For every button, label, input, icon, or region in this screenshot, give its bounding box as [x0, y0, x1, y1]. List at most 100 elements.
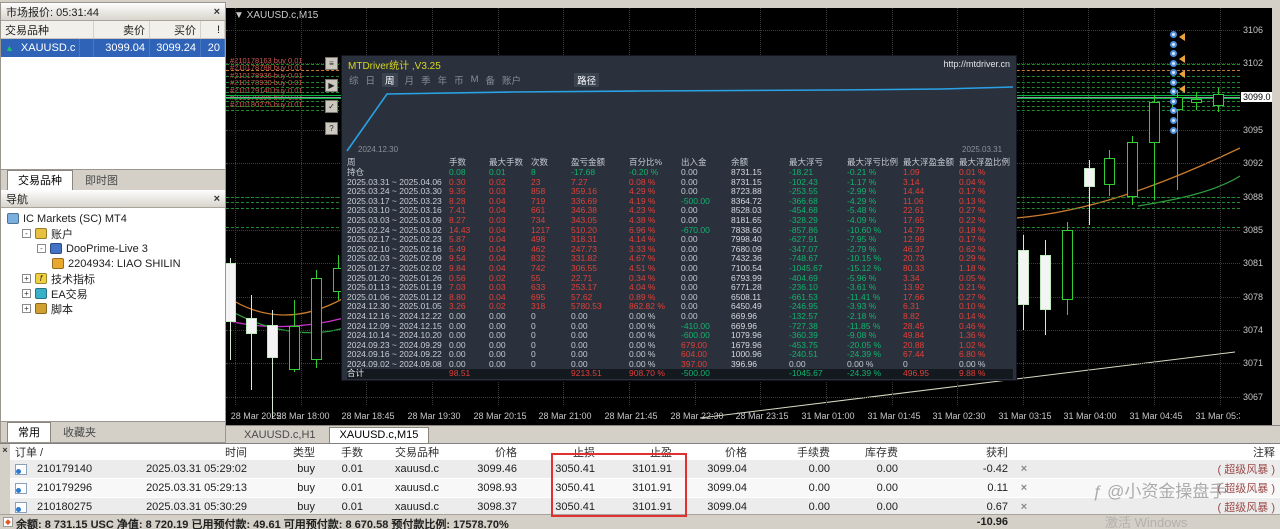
time-axis[interactable]: 28 Mar 202528 Mar 18:0028 Mar 18:4528 Ma… [226, 407, 1240, 425]
terminal-col-header[interactable]: 注释 [1035, 444, 1280, 460]
terminal-col-header[interactable]: 获利 [903, 444, 1013, 460]
stats-cell: 0 [531, 360, 571, 370]
chart-tab-xauusd-c-m15[interactable]: XAUUSD.c,M15 [329, 427, 430, 443]
price-label: 3074 [1243, 325, 1263, 335]
mtdriver-path-button[interactable]: 路径 [574, 73, 599, 87]
col-bid[interactable]: 卖价 [94, 21, 150, 38]
sidebar-item-account-server[interactable]: -DooPrime-Live 3 [1, 241, 225, 256]
mtdriver-menu-item[interactable]: M [471, 74, 479, 85]
order-cell: 3099.04 [677, 482, 752, 494]
close-icon[interactable]: × [0, 445, 10, 455]
close-order-icon[interactable]: × [1013, 482, 1035, 494]
mtdriver-menu-item[interactable]: 综 [349, 73, 359, 87]
chart-side-button[interactable]: ✓ [325, 100, 338, 113]
account-status-text: 余额: 8 731.15 USC 净值: 8 720.19 已用预付款: 49.… [16, 516, 509, 529]
order-cell: 3099.04 [677, 463, 752, 475]
tab-favorites[interactable]: 收藏夹 [53, 423, 106, 442]
stats-cell: 98.51 [449, 369, 489, 379]
trade-marker-icon [1170, 107, 1177, 114]
price-label: 3085 [1243, 225, 1263, 235]
terminal-col-header[interactable]: 时间 [140, 444, 252, 460]
expander-icon[interactable]: + [22, 304, 31, 313]
tab-tick-chart[interactable]: 即时图 [75, 171, 128, 190]
spread-value: 20 [201, 39, 225, 57]
sidebar-item-ea[interactable]: + EA交易 [1, 286, 225, 301]
terminal-col-header[interactable]: 价格 [677, 444, 752, 460]
expander-icon[interactable]: - [37, 244, 46, 253]
col-symbol[interactable]: 交易品种 [1, 21, 94, 38]
sidebar-item-accounts[interactable]: -账户 [1, 226, 225, 241]
price-label: 3081 [1243, 258, 1263, 268]
order-id-cell: 210179296 [10, 482, 140, 494]
terminal-col-header[interactable]: 库存费 [835, 444, 903, 460]
market-watch-row-xauusd[interactable]: ▲XAUUSD.c 3099.04 3099.24 20 [1, 39, 225, 57]
terminal-col-header[interactable]: 手续费 [752, 444, 835, 460]
stats-cell: 0 [531, 350, 571, 360]
sidebar-item-indicator[interactable]: +f技术指标 [1, 271, 225, 286]
mtdriver-menu-item[interactable]: 季 [421, 73, 431, 87]
time-label: 28 Mar 19:30 [407, 411, 460, 421]
terminal-col-header[interactable]: 价格 [444, 444, 522, 460]
close-order-icon[interactable]: × [1013, 501, 1035, 513]
time-label: 28 Mar 21:45 [604, 411, 657, 421]
mtdriver-menu-item[interactable]: 日 [366, 73, 376, 87]
mtdriver-menu-item[interactable]: 账户 [502, 73, 521, 87]
watermark-activate: 激活 Windows [1105, 512, 1187, 529]
terminal-col-header[interactable]: 交易品种 [368, 444, 444, 460]
order-comment: ( 超级风暴 ) [1035, 461, 1280, 477]
chart-side-button[interactable]: ? [325, 122, 338, 135]
mtdriver-menu-item[interactable]: 备 [486, 73, 496, 87]
order-doc-dot [16, 469, 21, 474]
tree-item-label: EA交易 [51, 286, 88, 302]
col-ask[interactable]: 买价 [150, 21, 201, 38]
close-order-icon[interactable]: × [1013, 463, 1035, 475]
close-icon[interactable]: × [214, 193, 220, 205]
time-label: 31 Mar 04:45 [1129, 411, 1182, 421]
stats-header-cell: 次数 [531, 157, 571, 168]
stats-cell: 318 [531, 302, 571, 312]
chart-tab-xauusd-c-h1[interactable]: XAUUSD.c,H1 [234, 428, 326, 443]
user-icon [52, 258, 64, 269]
tab-common[interactable]: 常用 [7, 422, 51, 442]
chart-side-button[interactable]: ▶ [325, 79, 338, 92]
stats-cell [531, 369, 571, 379]
order-cell: 3098.93 [444, 482, 522, 494]
stats-cell: 496.95 [903, 369, 959, 379]
candle-body [267, 325, 278, 358]
mtdriver-menu-item[interactable]: 月 [405, 73, 415, 87]
tree-item-label: 脚本 [51, 301, 73, 317]
mtdriver-menu-item[interactable]: 周 [382, 73, 398, 87]
market-watch-header: 交易品种 卖价 买价 ! [1, 21, 225, 39]
terminal-col-header[interactable]: 手数 [320, 444, 368, 460]
expander-icon[interactable]: - [22, 229, 31, 238]
candle-body [1062, 230, 1073, 300]
terminal-col-header[interactable]: 类型 [252, 444, 320, 460]
order-cell: 0.00 [835, 501, 903, 513]
order-cell: buy [252, 463, 320, 475]
mtdriver-title: MTDriver统计 ,V3.25 [348, 57, 441, 72]
close-icon[interactable]: × [214, 6, 220, 18]
market-watch-titlebar: 市场报价: 05:31:44 × [1, 3, 225, 21]
tree-item-label: 技术指标 [51, 271, 95, 287]
mtdriver-menu-item[interactable]: 年 [438, 73, 448, 87]
sidebar-item-script[interactable]: + 脚本 [1, 301, 225, 316]
time-label: 28 Mar 20:15 [473, 411, 526, 421]
expander-icon[interactable]: + [22, 289, 31, 298]
mtdriver-menu-item[interactable]: 币 [454, 73, 464, 87]
order-cell: 0.00 [835, 463, 903, 475]
chart-title: ▼ XAUUSD.c,M15 [234, 10, 318, 21]
buy-arrow-icon [1179, 70, 1185, 78]
sidebar-item-server[interactable]: IC Markets (SC) MT4 [1, 211, 225, 226]
price-axis[interactable]: 310631023099.030953092308830853081307830… [1240, 8, 1272, 425]
tree-item-label: IC Markets (SC) MT4 [23, 213, 127, 225]
expander-icon[interactable]: + [22, 274, 31, 283]
mtdriver-url[interactable]: http://mtdriver.cn [943, 59, 1010, 69]
price-label: 3092 [1243, 158, 1263, 168]
sidebar-item-user[interactable]: 2204934: LIAO SHILIN [1, 256, 225, 271]
chart-side-button[interactable]: ≡ [325, 57, 338, 70]
col-spread[interactable]: ! [201, 21, 225, 38]
time-label: 28 Mar 21:00 [538, 411, 591, 421]
tab-symbols[interactable]: 交易品种 [7, 170, 73, 190]
stats-cell: -24.39 % [847, 369, 903, 379]
terminal-col-header[interactable]: 订单 / [10, 444, 140, 460]
